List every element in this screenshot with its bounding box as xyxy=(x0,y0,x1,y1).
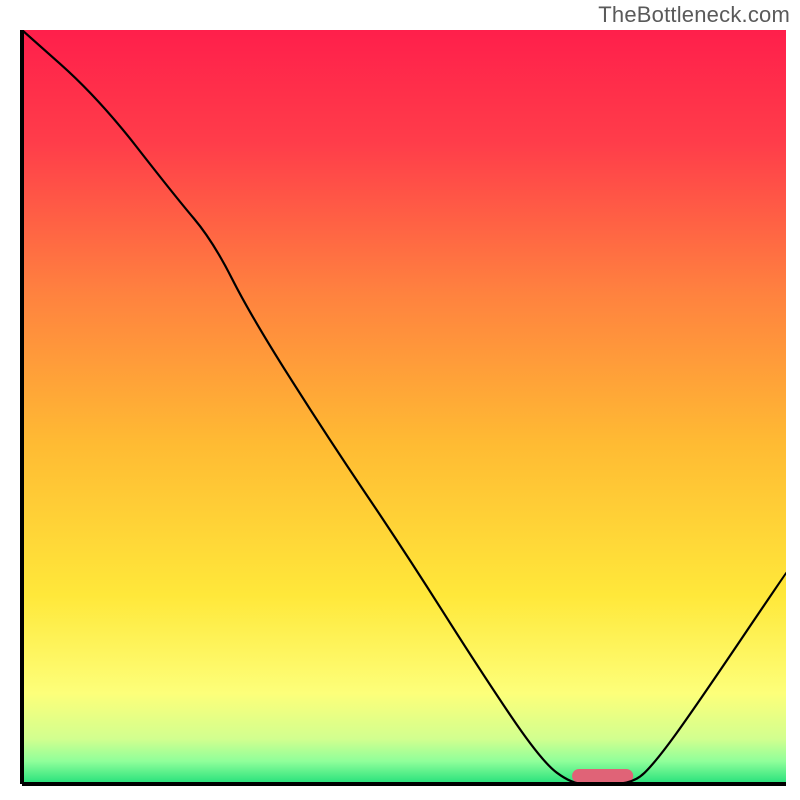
watermark-text: TheBottleneck.com xyxy=(598,2,790,28)
bottleneck-chart xyxy=(18,30,786,788)
chart-svg xyxy=(18,30,786,788)
chart-background xyxy=(22,30,786,784)
optimal-marker xyxy=(572,769,633,783)
